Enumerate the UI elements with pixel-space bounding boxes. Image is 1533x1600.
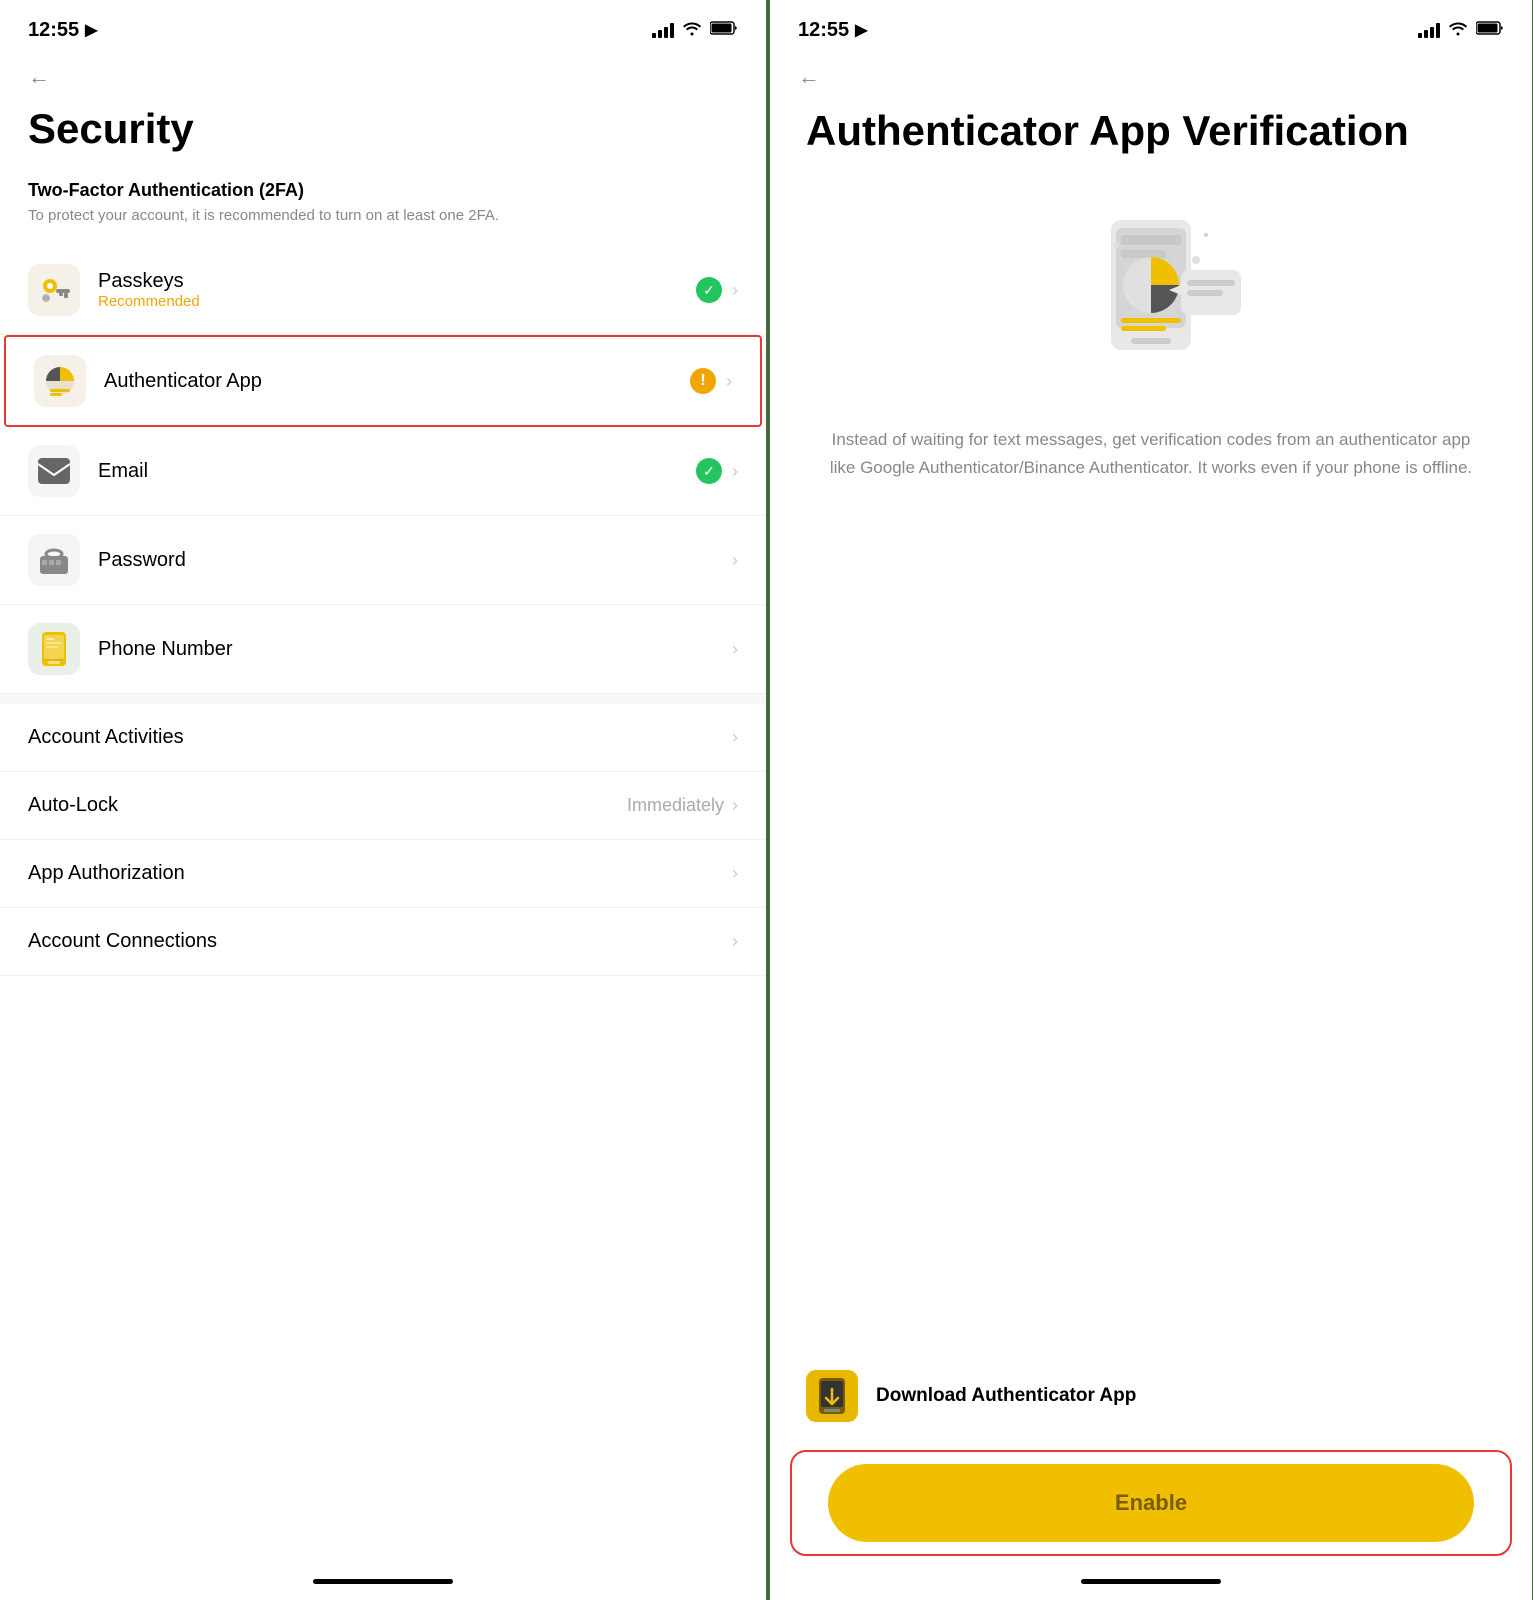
- twofa-subtext: To protect your account, it is recommend…: [0, 205, 766, 246]
- security-item-phone[interactable]: Phone Number ›: [0, 605, 766, 694]
- page-title-right: Authenticator App Verification: [770, 98, 1532, 180]
- password-chevron: ›: [732, 550, 738, 571]
- security-item-email[interactable]: Email ✓ ›: [0, 427, 766, 516]
- auth-chevron: ›: [726, 371, 732, 392]
- wifi-icon-left: [682, 20, 702, 41]
- autolock-value: Immediately: [627, 795, 724, 816]
- enable-button[interactable]: Enable: [828, 1464, 1474, 1542]
- phone-title: Phone Number: [98, 638, 732, 661]
- security-item-authenticator[interactable]: Authenticator App ! ›: [4, 335, 762, 427]
- right-panel: 12:55 ▶: [766, 0, 1532, 1600]
- signal-bars-right: [1418, 22, 1440, 38]
- activities-label: Account Activities: [28, 726, 732, 749]
- download-icon: [806, 1370, 858, 1422]
- wifi-icon-right: [1448, 20, 1468, 41]
- phone-chevron: ›: [732, 639, 738, 660]
- email-icon: [28, 445, 80, 497]
- passkeys-icon: [28, 264, 80, 316]
- status-icons-left: [652, 20, 738, 41]
- status-bar-left: 12:55 ▶: [0, 0, 766, 52]
- menu-item-appauth[interactable]: App Authorization ›: [0, 840, 766, 908]
- status-time-left: 12:55 ▶: [28, 19, 97, 42]
- password-title: Password: [98, 549, 732, 572]
- enable-button-wrapper: Enable: [790, 1450, 1512, 1556]
- password-icon: [28, 534, 80, 586]
- signal-bars-left: [652, 22, 674, 38]
- page-title-left: Security: [0, 98, 766, 172]
- menu-item-activities[interactable]: Account Activities ›: [0, 704, 766, 772]
- menu-item-autolock[interactable]: Auto-Lock Immediately ›: [0, 772, 766, 840]
- email-title: Email: [98, 460, 696, 483]
- battery-icon-left: [710, 20, 738, 41]
- autolock-chevron: ›: [732, 795, 738, 816]
- appauth-label: App Authorization: [28, 862, 732, 885]
- left-panel: 12:55 ▶: [0, 0, 766, 1600]
- status-bar-right: 12:55 ▶: [770, 0, 1532, 52]
- location-icon-left: ▶: [85, 20, 97, 40]
- twofa-header: Two-Factor Authentication (2FA): [0, 172, 766, 205]
- appauth-chevron: ›: [732, 863, 738, 884]
- auth-title: Authenticator App: [104, 370, 690, 393]
- status-icons-right: [1418, 20, 1504, 41]
- auth-status: !: [690, 368, 716, 394]
- back-button-right[interactable]: ←: [770, 52, 1532, 98]
- phone-icon: [28, 623, 80, 675]
- download-label: Download Authenticator App: [876, 1385, 1136, 1407]
- activities-chevron: ›: [732, 727, 738, 748]
- home-indicator-left: [313, 1579, 453, 1584]
- auth-icon: [34, 355, 86, 407]
- divider-1: [0, 694, 766, 704]
- passkeys-chevron: ›: [732, 280, 738, 301]
- connections-chevron: ›: [732, 931, 738, 952]
- download-row[interactable]: Download Authenticator App: [770, 1346, 1532, 1446]
- menu-item-connections[interactable]: Account Connections ›: [0, 908, 766, 976]
- security-item-passkeys[interactable]: Passkeys Recommended ✓ ›: [0, 246, 766, 335]
- email-chevron: ›: [732, 461, 738, 482]
- email-status: ✓: [696, 458, 722, 484]
- location-icon-right: ▶: [855, 20, 867, 40]
- connections-label: Account Connections: [28, 930, 732, 953]
- passkeys-subtitle: Recommended: [98, 293, 696, 310]
- auth-description: Instead of waiting for text messages, ge…: [770, 410, 1532, 510]
- battery-icon-right: [1476, 20, 1504, 41]
- passkeys-status: ✓: [696, 277, 722, 303]
- auth-illustration: [770, 180, 1532, 410]
- home-indicator-right: [1081, 1579, 1221, 1584]
- back-button-left[interactable]: ←: [0, 52, 766, 98]
- spacer: [770, 511, 1532, 1346]
- status-time-right: 12:55 ▶: [798, 19, 867, 42]
- passkeys-title: Passkeys: [98, 270, 696, 293]
- autolock-label: Auto-Lock: [28, 794, 627, 817]
- security-item-password[interactable]: Password ›: [0, 516, 766, 605]
